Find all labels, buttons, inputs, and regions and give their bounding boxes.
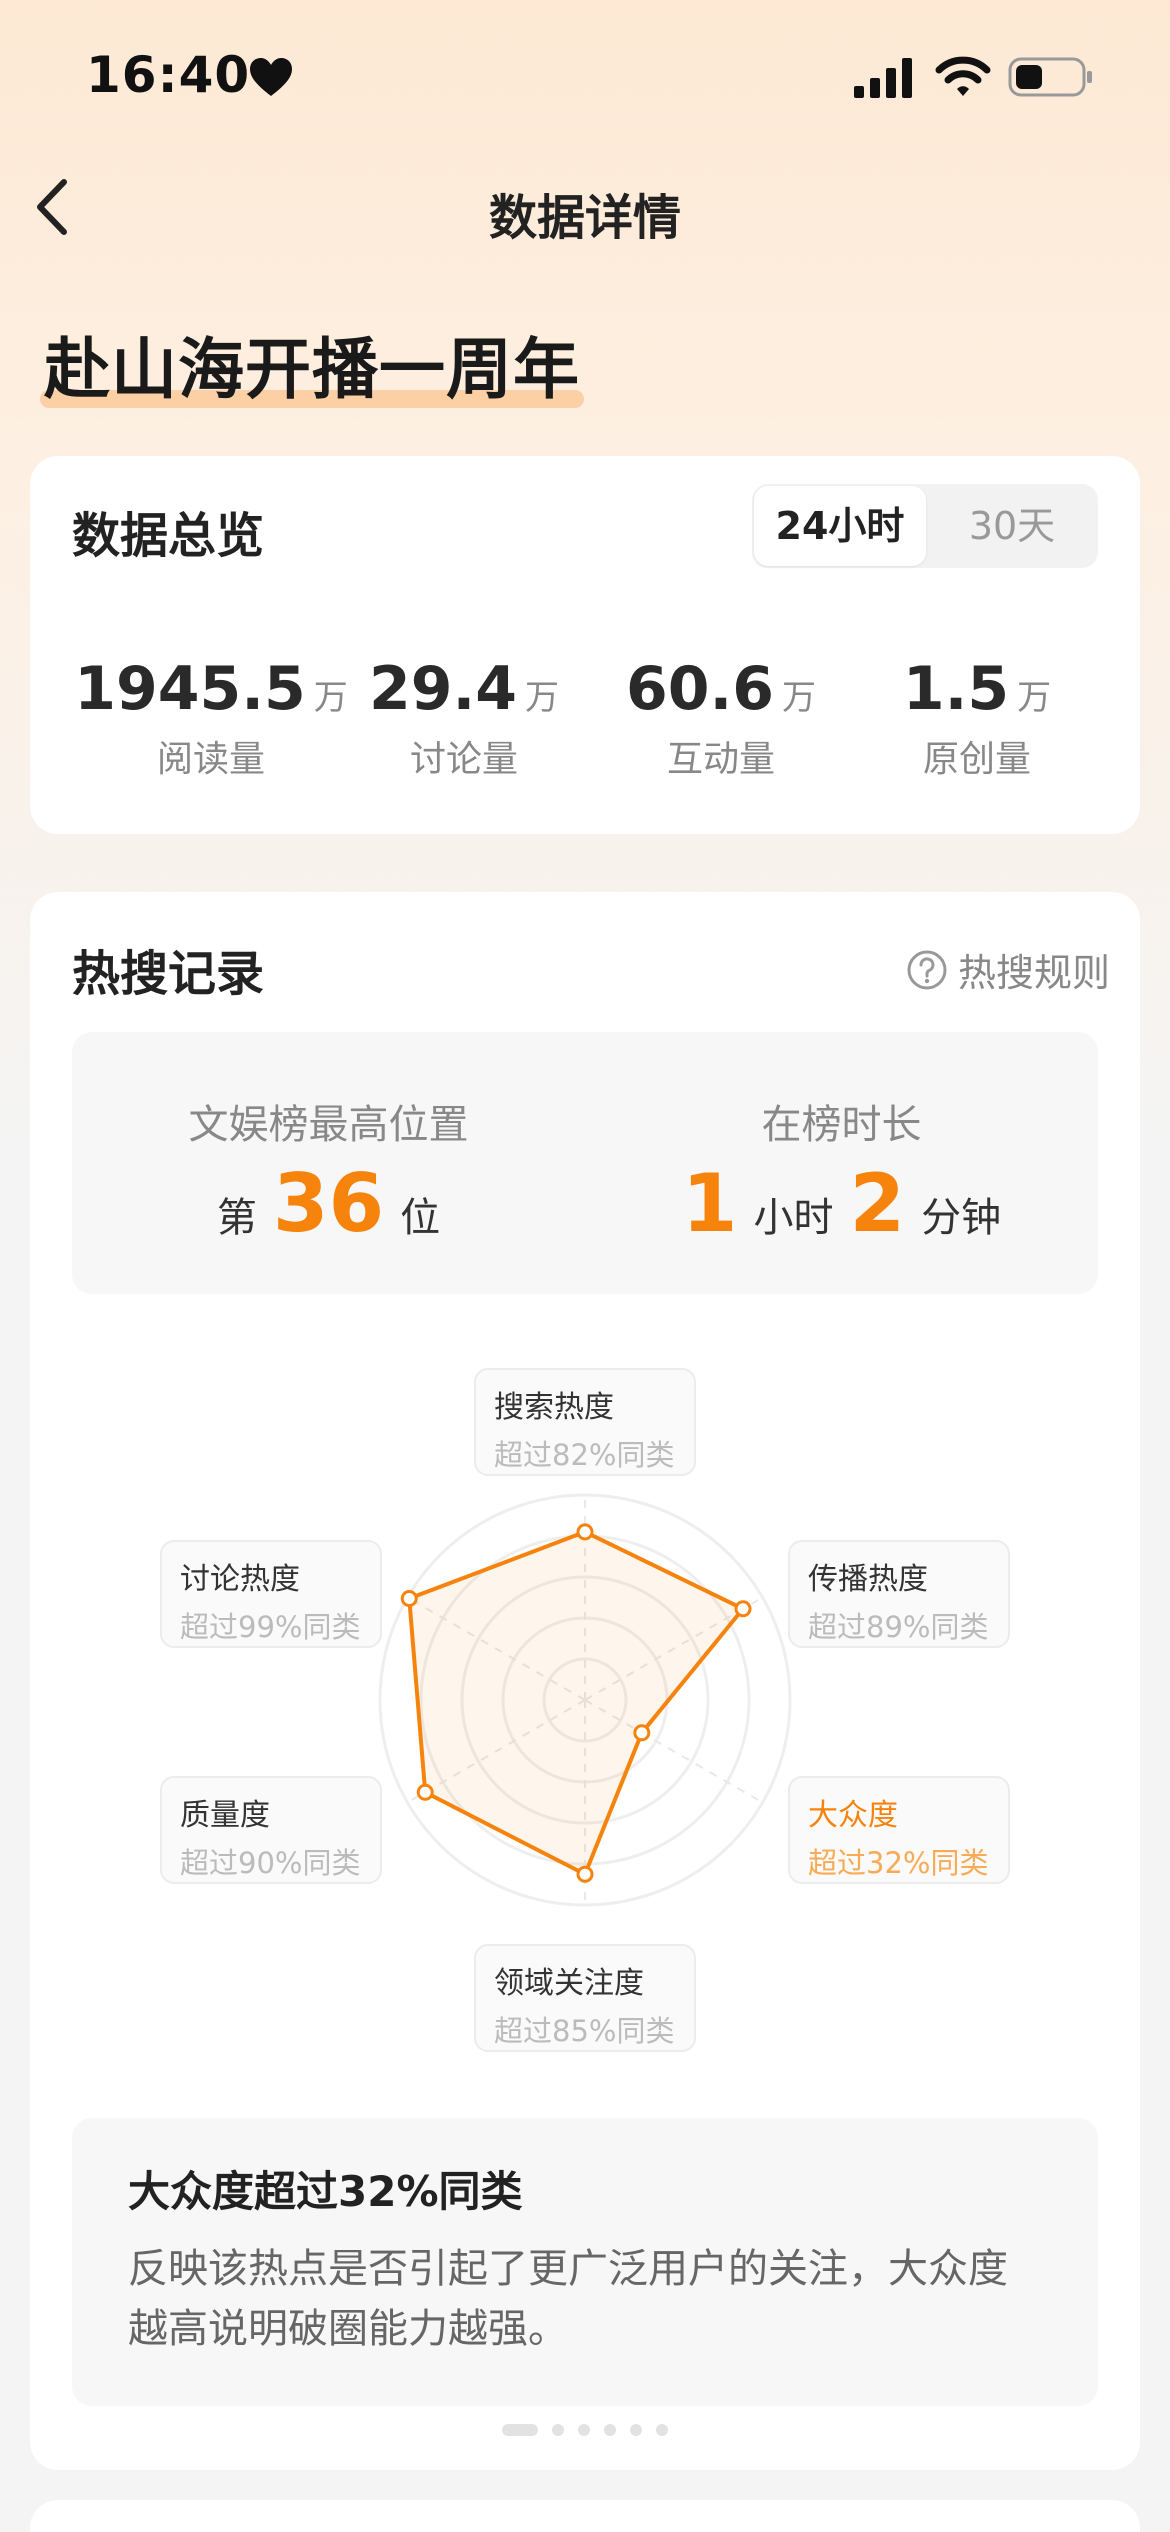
stat-read: 1945.5 万 阅读量 [74, 654, 348, 782]
status-bar: 16:40 [0, 0, 1170, 150]
pager-dot[interactable] [552, 2424, 564, 2436]
radar-point [633, 1724, 651, 1742]
next-card [30, 2500, 1140, 2532]
stat-label: 原创量 [922, 739, 1031, 780]
heart-icon [250, 58, 292, 96]
stat-value: 60.6 [625, 654, 775, 724]
stat-label: 互动量 [666, 739, 775, 780]
dim-popularity[interactable]: 大众度 超过32%同类 [788, 1776, 1010, 1884]
stat-discuss: 29.4 万 讨论量 [333, 654, 595, 782]
stat-interact: 60.6 万 互动量 [590, 654, 852, 782]
stat-label: 讨论量 [409, 739, 518, 780]
explain-title: 大众度超过32%同类 [128, 2167, 523, 2216]
dim-search-heat[interactable]: 搜索热度 超过82%同类 [474, 1368, 696, 1476]
radar-chart [378, 1493, 792, 1907]
stat-label: 阅读量 [156, 739, 265, 780]
pager-dot-active[interactable] [502, 2424, 538, 2436]
page-title: 数据详情 [488, 190, 681, 246]
explain-text: 反映该热点是否引起了更广泛用户的关注，大众度越高说明破圈能力越强。 [128, 2246, 1008, 2352]
radar-point [416, 1783, 434, 1801]
event-title-wrap: 赴山海开播一周年 [40, 316, 584, 412]
stat-unit: 万 [525, 678, 560, 718]
stat-unit: 万 [1017, 678, 1052, 718]
stat-unit: 万 [782, 678, 817, 718]
dim-quality[interactable]: 质量度 超过90%同类 [160, 1776, 382, 1884]
radar-point [734, 1600, 752, 1618]
event-title: 赴山海开播一周年 [44, 331, 580, 408]
range-30d-tab[interactable]: 30天 [932, 484, 1092, 568]
dim-field-attention[interactable]: 领域关注度 超过85%同类 [474, 1944, 696, 2052]
pager-dot[interactable] [578, 2424, 590, 2436]
radar-point [576, 1523, 594, 1541]
radar-point [400, 1590, 418, 1608]
range-toggle: 24小时 30天 [752, 484, 1098, 568]
status-time: 16:40 [86, 46, 251, 104]
pager-dot[interactable] [630, 2424, 642, 2436]
range-24h-tab[interactable]: 24小时 [754, 486, 926, 566]
radar-point [576, 1865, 594, 1883]
pager-dot[interactable] [604, 2424, 616, 2436]
hot-search-card: 热搜记录 热搜规则 文娱榜最高位置 第 36 位 在榜时长 1 小时 2 分钟 [30, 892, 1140, 2470]
signal-icon [854, 58, 912, 98]
stat-value: 29.4 [368, 654, 518, 724]
pager-dot[interactable] [656, 2424, 668, 2436]
stat-value: 1.5 [902, 654, 1010, 724]
stat-original: 1.5 万 原创量 [846, 654, 1108, 782]
overview-heading: 数据总览 [72, 508, 265, 564]
pager-dots [30, 2424, 1140, 2436]
dim-discuss-heat[interactable]: 讨论热度 超过99%同类 [160, 1540, 382, 1648]
dimension-explanation: 大众度超过32%同类 反映该热点是否引起了更广泛用户的关注，大众度越高说明破圈能… [72, 2118, 1098, 2406]
overview-card: 数据总览 24小时 30天 1945.5 万 阅读量 29.4 万 讨论量 60… [30, 456, 1140, 834]
battery-icon [1008, 57, 1092, 97]
stat-value: 1945.5 [74, 654, 306, 724]
wifi-icon [935, 56, 991, 96]
dim-spread-heat[interactable]: 传播热度 超过89%同类 [788, 1540, 1010, 1648]
